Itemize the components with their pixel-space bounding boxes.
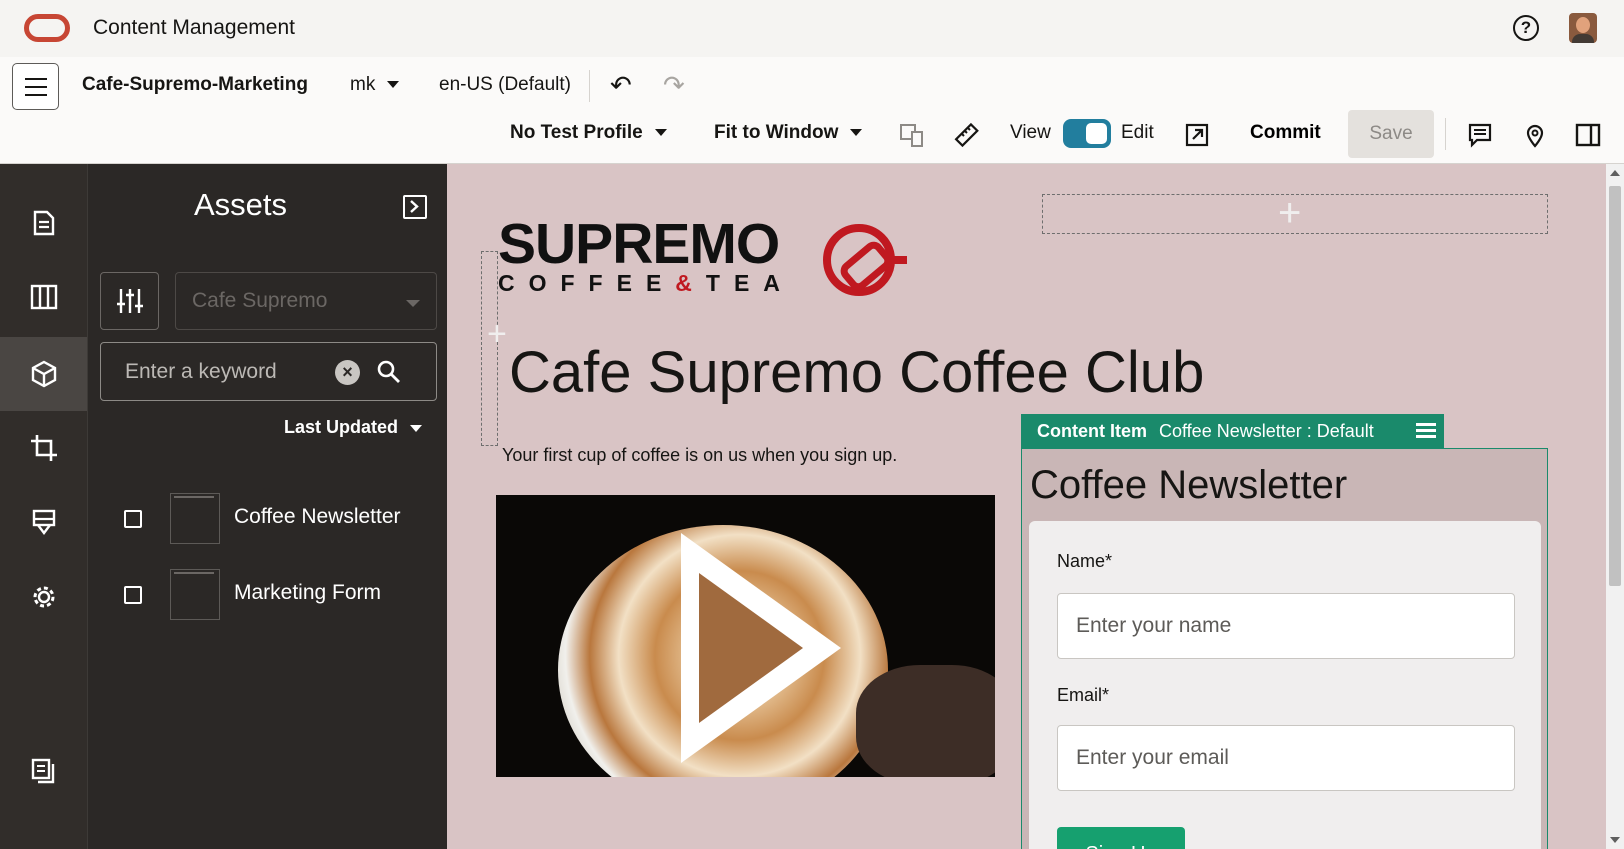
filter-button[interactable]: [100, 272, 159, 330]
hamburger-menu-button[interactable]: [12, 63, 59, 110]
brand-wordmark: SUPREMO: [498, 212, 780, 276]
chevron-down-icon: [406, 300, 420, 307]
chevron-down-icon: [850, 129, 863, 137]
video-player[interactable]: [496, 495, 995, 777]
help-icon[interactable]: ?: [1513, 15, 1539, 41]
settings-gear-icon[interactable]: [0, 560, 87, 634]
search-icon[interactable]: [376, 359, 402, 385]
chevron-down-icon: [654, 129, 667, 137]
name-label: Name*: [1057, 551, 1113, 571]
view-edit-toggle[interactable]: [1063, 119, 1111, 148]
asset-thumbnail: [170, 569, 220, 620]
collapse-panel-icon[interactable]: [403, 195, 427, 219]
asset-label: Marketing Form: [234, 581, 382, 604]
toolbar-divider: [1445, 118, 1446, 150]
left-nav-rail: [0, 164, 87, 849]
location-pin-icon[interactable]: [1520, 120, 1550, 150]
content-item-toolbar[interactable]: Content Item Coffee Newsletter : Default: [1021, 414, 1444, 448]
asset-checkbox[interactable]: [124, 510, 142, 528]
play-icon[interactable]: [681, 533, 841, 763]
search-input[interactable]: [125, 357, 325, 387]
chevron-down-icon: [387, 81, 400, 89]
oracle-logo-icon: [24, 14, 70, 42]
canvas-scrollbar[interactable]: [1606, 164, 1624, 849]
assets-cube-icon[interactable]: [0, 337, 87, 411]
sort-label: Last Updated: [284, 417, 399, 437]
empty-slot[interactable]: +: [1042, 193, 1548, 234]
layout-icon[interactable]: [0, 260, 87, 334]
clear-search-icon[interactable]: ×: [335, 360, 360, 385]
sort-dropdown[interactable]: Last Updated: [284, 417, 423, 438]
assets-panel: Assets Cafe Supremo × Last Updated Coffe…: [87, 164, 447, 849]
assets-panel-title: Assets: [194, 187, 288, 222]
name-field[interactable]: [1057, 593, 1515, 659]
content-item-type: Content Item: [1037, 421, 1147, 441]
test-profile-label: No Test Profile: [510, 122, 643, 143]
list-item[interactable]: Marketing Form: [88, 565, 448, 625]
zoom-dropdown[interactable]: Fit to Window: [714, 122, 863, 144]
hand-image: [856, 665, 995, 777]
channel-label: mk: [350, 74, 376, 95]
email-label: Email*: [1057, 685, 1110, 705]
crop-icon[interactable]: [0, 411, 87, 485]
pages-icon[interactable]: [0, 186, 87, 260]
asset-checkbox[interactable]: [124, 586, 142, 604]
channel-dropdown[interactable]: mk: [350, 74, 400, 96]
device-preview-icon[interactable]: [897, 120, 927, 150]
test-profile-dropdown[interactable]: No Test Profile: [510, 122, 667, 144]
redo-icon[interactable]: ↷: [663, 70, 685, 100]
user-avatar[interactable]: [1569, 13, 1597, 43]
open-external-icon[interactable]: [1182, 120, 1212, 150]
app-header: Content Management ?: [0, 0, 1624, 57]
ruler-icon[interactable]: [951, 120, 981, 150]
view-label: View: [1010, 122, 1051, 143]
page-title: Cafe Supremo Coffee Club: [509, 340, 1205, 405]
repository-select[interactable]: Cafe Supremo: [175, 272, 437, 330]
content-item-newsletter[interactable]: Coffee Newsletter Name* Email* Sign Up: [1021, 448, 1548, 849]
scrollbar-thumb[interactable]: [1609, 186, 1621, 586]
brand-tagline: COFFEE&TEA: [498, 270, 794, 296]
content-item-menu-icon[interactable]: [1416, 423, 1436, 439]
side-panel-icon[interactable]: [1573, 120, 1603, 150]
list-item[interactable]: Coffee Newsletter: [88, 489, 448, 549]
scroll-down-icon[interactable]: [1610, 837, 1620, 843]
brand-logo: SUPREMO COFFEE&TEA: [498, 212, 794, 297]
brand-mark-icon: [823, 224, 907, 296]
app-title: Content Management: [93, 16, 295, 39]
edit-label: Edit: [1121, 122, 1154, 143]
assets-panel-header: Assets: [88, 164, 448, 248]
newsletter-title: Coffee Newsletter: [1030, 463, 1348, 507]
add-component-icon[interactable]: +: [487, 317, 507, 351]
signup-form: Name* Email* Sign Up: [1029, 521, 1541, 849]
page-subtitle: Your first cup of coffee is on us when y…: [502, 445, 898, 465]
asset-label: Coffee Newsletter: [234, 505, 401, 528]
scroll-up-icon[interactable]: [1610, 170, 1620, 176]
repository-value: Cafe Supremo: [192, 289, 328, 312]
versions-icon[interactable]: [0, 734, 87, 808]
site-name: Cafe-Supremo-Marketing: [82, 74, 308, 95]
sign-up-button[interactable]: Sign Up: [1057, 827, 1185, 849]
page-canvas: + + SUPREMO COFFEE&TEA Cafe Supremo Coff…: [447, 164, 1606, 849]
zoom-label: Fit to Window: [714, 122, 839, 143]
add-component-icon[interactable]: +: [1278, 193, 1301, 233]
email-field[interactable]: [1057, 725, 1515, 791]
toolbar-divider: [589, 70, 590, 102]
chevron-down-icon: [410, 424, 423, 432]
commit-button[interactable]: Commit: [1250, 122, 1321, 144]
components-icon[interactable]: [0, 486, 87, 560]
locale-label[interactable]: en-US (Default): [439, 74, 571, 96]
undo-icon[interactable]: ↶: [610, 70, 632, 100]
keyword-search: ×: [100, 342, 437, 401]
save-button[interactable]: Save: [1348, 110, 1434, 158]
asset-thumbnail: [170, 493, 220, 544]
content-item-name: Coffee Newsletter : Default: [1159, 421, 1374, 441]
comments-icon[interactable]: [1465, 120, 1495, 150]
